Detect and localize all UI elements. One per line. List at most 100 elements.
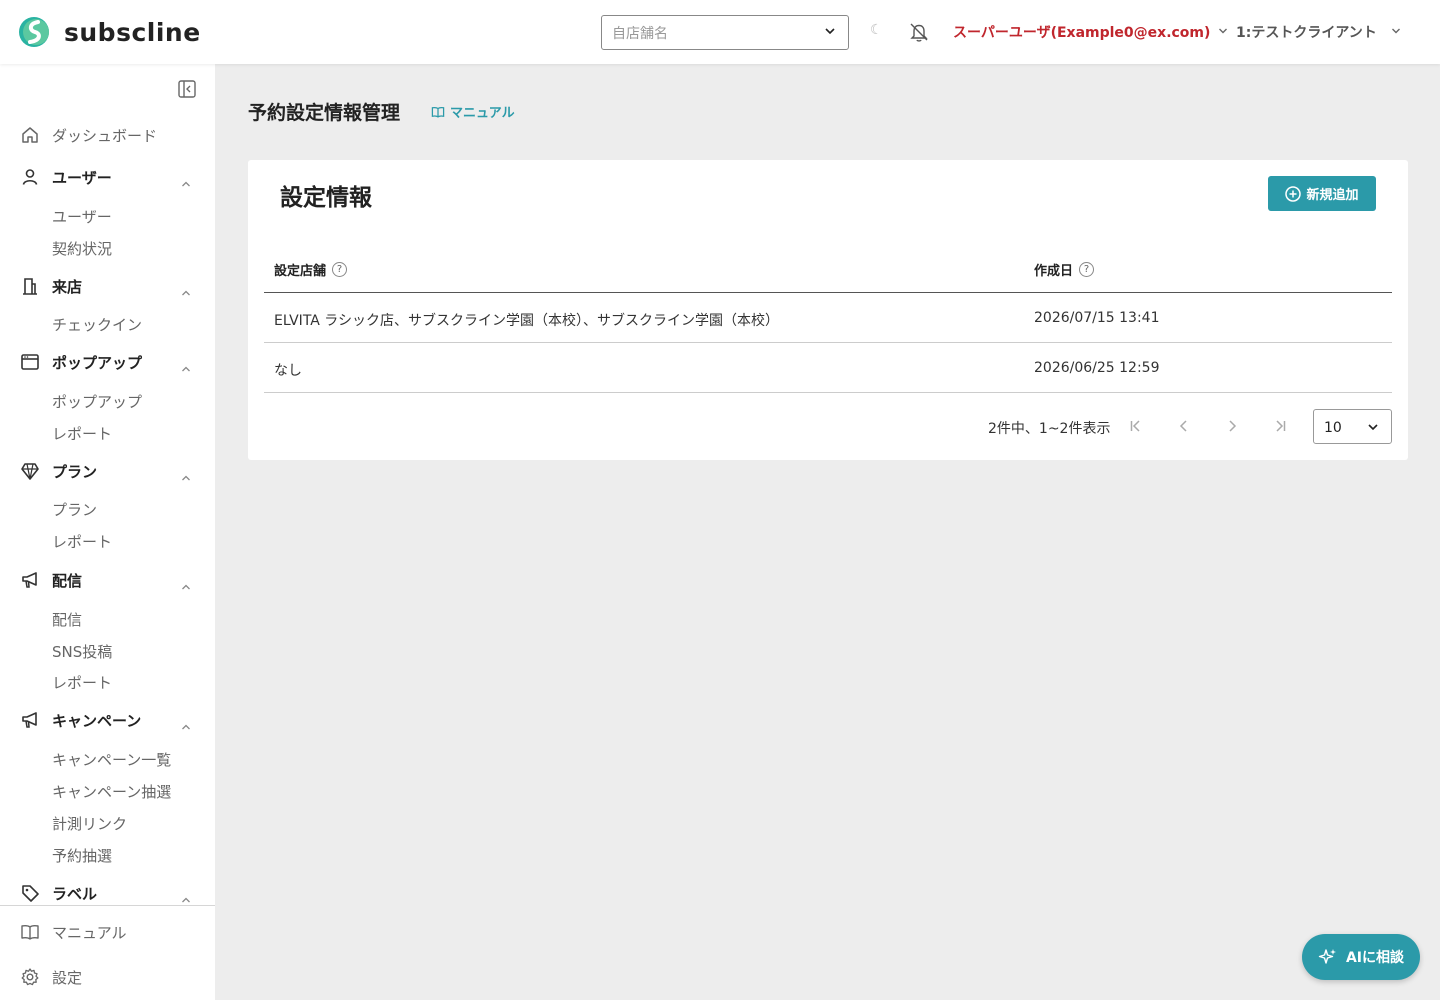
- per-page-value: 10: [1324, 420, 1342, 436]
- add-new-button[interactable]: 新規追加: [1268, 176, 1376, 211]
- card-title: 設定情報: [280, 185, 372, 211]
- sidebar-item-plan[interactable]: プラン: [52, 499, 97, 520]
- book-icon: [431, 106, 445, 118]
- sidebar-section-label: プラン: [52, 463, 98, 481]
- sidebar-item-checkin[interactable]: チェックイン: [52, 314, 142, 335]
- logo[interactable]: subscline: [16, 16, 201, 48]
- sidebar-section-delivery[interactable]: 配信: [0, 564, 215, 596]
- sidebar-item-dashboard[interactable]: ダッシュボード: [0, 119, 215, 151]
- plus-circle-icon: [1285, 185, 1302, 202]
- cell-store: ELVITA ラシック店、サブスクライン学園（本校）、サブスクライン学園（本校）: [274, 313, 780, 329]
- sidebar-item-label: 設定: [52, 969, 83, 987]
- sidebar-item-label: ダッシュボード: [52, 127, 158, 145]
- sidebar-item-delivery[interactable]: 配信: [52, 609, 82, 630]
- sidebar-section-label: ラベル: [52, 885, 98, 903]
- table-row[interactable]: ELVITA ラシック店、サブスクライン学園（本校）、サブスクライン学園（本校）…: [264, 293, 1392, 343]
- table-row[interactable]: なし 2026/06/25 12:59: [264, 343, 1392, 393]
- theme-toggle-icon[interactable]: ☾: [870, 22, 883, 38]
- gear-icon: [20, 967, 40, 987]
- cell-store: なし: [274, 363, 302, 379]
- main-content: 予約設定情報管理 マニュアル 設定情報 新規追加 設定店舗 ? 作成日 ? EL…: [215, 64, 1440, 1000]
- sidebar-item-sns-post[interactable]: SNS投稿: [52, 641, 112, 662]
- client-label: 1:テストクライアント: [1236, 25, 1377, 41]
- manual-link[interactable]: マニュアル: [431, 102, 515, 121]
- user-menu[interactable]: スーパーユーザ(Example0@ex.com): [953, 22, 1228, 42]
- chevron-up-icon: [181, 282, 191, 301]
- chevron-up-icon: [181, 576, 191, 595]
- chevron-down-icon: [1391, 24, 1401, 40]
- sidebar-section-users[interactable]: ユーザー: [0, 161, 215, 193]
- column-header-created[interactable]: 作成日 ?: [1034, 260, 1095, 279]
- sidebar-section-visit[interactable]: 来店: [0, 270, 215, 302]
- sidebar-item-plan-report[interactable]: レポート: [52, 531, 112, 552]
- next-page-icon[interactable]: [1222, 416, 1242, 436]
- add-new-label: 新規追加: [1306, 188, 1359, 203]
- settings-table: 設定店舗 ? 作成日 ? ELVITA ラシック店、サブスクライン学園（本校）、…: [264, 242, 1392, 393]
- pagination: 2件中、1~2件表示 10: [248, 408, 1408, 444]
- chevron-down-icon: [1367, 421, 1379, 437]
- sidebar-item-label: マニュアル: [52, 924, 127, 942]
- prev-page-icon[interactable]: [1174, 416, 1194, 436]
- diamond-icon: [20, 461, 40, 481]
- sidebar-item-popup-report[interactable]: レポート: [52, 423, 112, 444]
- table-header: 設定店舗 ? 作成日 ?: [264, 242, 1392, 293]
- cell-created: 2026/07/15 13:41: [1034, 310, 1160, 326]
- sidebar-item-settings[interactable]: 設定: [0, 961, 215, 993]
- sparkle-icon: [1318, 949, 1336, 964]
- sidebar-section-popup[interactable]: ポップアップ: [0, 346, 215, 378]
- store-select[interactable]: 自店舗名: [601, 15, 849, 50]
- sidebar-section-label: ポップアップ: [52, 354, 143, 372]
- client-menu[interactable]: 1:テストクライアント: [1236, 22, 1401, 42]
- ai-consult-label: AIに相談: [1345, 950, 1405, 966]
- per-page-select[interactable]: 10: [1313, 409, 1392, 444]
- sidebar-item-campaign-list[interactable]: キャンペーン一覧: [52, 749, 171, 770]
- sidebar-section-campaign[interactable]: キャンペーン: [0, 704, 215, 736]
- window-icon: [20, 352, 40, 372]
- sidebar-item-tracking-link[interactable]: 計測リンク: [52, 813, 127, 834]
- column-label: 作成日: [1034, 264, 1074, 279]
- sidebar-section-label: キャンペーン: [52, 712, 142, 730]
- sidebar-item-users[interactable]: ユーザー: [52, 206, 112, 227]
- tag-icon: [20, 883, 40, 903]
- first-page-icon[interactable]: [1126, 416, 1146, 436]
- pagination-summary: 2件中、1~2件表示: [988, 421, 1111, 437]
- store-select-placeholder: 自店舗名: [612, 25, 668, 42]
- top-header: subscline 自店舗名 ☾ スーパーユーザ(Example0@ex.com…: [0, 0, 1440, 64]
- last-page-icon[interactable]: [1270, 416, 1290, 436]
- chevron-up-icon: [181, 467, 191, 486]
- home-icon: [20, 125, 40, 145]
- sidebar: ダッシュボード ユーザー ユーザー 契約状況 来店 チェックイン ポップアップ …: [0, 64, 215, 1000]
- chevron-down-icon: [824, 25, 836, 41]
- sidebar-section-label: 配信: [52, 572, 83, 590]
- user-icon: [20, 167, 40, 187]
- sidebar-section-label: 来店: [52, 278, 83, 296]
- sidebar-item-manual[interactable]: マニュアル: [0, 916, 215, 948]
- sidebar-item-campaign-lottery[interactable]: キャンペーン抽選: [52, 781, 171, 802]
- settings-card: 設定情報 新規追加 設定店舗 ? 作成日 ? ELVITA ラシック店、サブスク…: [248, 160, 1408, 460]
- help-icon[interactable]: ?: [1079, 262, 1095, 277]
- sidebar-item-contracts[interactable]: 契約状況: [52, 238, 112, 259]
- manual-link-label: マニュアル: [450, 106, 515, 121]
- building-icon: [20, 276, 40, 296]
- sidebar-item-reservation-lottery[interactable]: 予約抽選: [52, 845, 112, 866]
- user-label: スーパーユーザ(Example0@ex.com): [953, 25, 1211, 41]
- help-icon[interactable]: ?: [332, 262, 348, 277]
- chevron-up-icon: [181, 358, 191, 377]
- chevron-up-icon: [181, 173, 191, 192]
- sidebar-section-plan[interactable]: プラン: [0, 455, 215, 487]
- column-header-store[interactable]: 設定店舗 ?: [274, 260, 348, 279]
- ai-consult-button[interactable]: AIに相談: [1302, 934, 1420, 980]
- sidebar-collapse-icon[interactable]: [177, 79, 197, 103]
- cell-created: 2026/06/25 12:59: [1034, 360, 1160, 376]
- notification-off-icon[interactable]: [908, 21, 930, 47]
- chevron-up-icon: [181, 716, 191, 735]
- logo-text: subscline: [64, 17, 201, 47]
- page-title: 予約設定情報管理: [248, 102, 401, 124]
- sidebar-bottom: マニュアル 設定: [0, 905, 215, 1000]
- sidebar-item-delivery-report[interactable]: レポート: [52, 672, 112, 693]
- book-icon: [20, 922, 40, 942]
- column-label: 設定店舗: [274, 264, 327, 279]
- sidebar-section-label: ユーザー: [52, 169, 112, 187]
- sidebar-item-popup[interactable]: ポップアップ: [52, 391, 142, 412]
- megaphone-icon: [20, 570, 40, 590]
